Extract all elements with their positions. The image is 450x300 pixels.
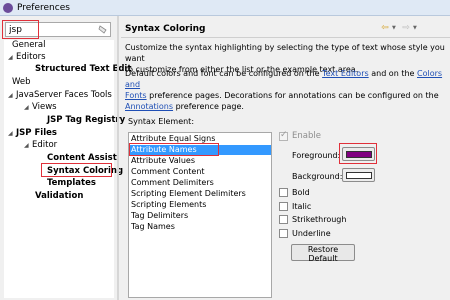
eclipse-app-icon: [3, 2, 13, 13]
title-bar: Preferences: [0, 0, 450, 16]
enable-label: Enable: [292, 131, 321, 141]
restore-default-button[interactable]: Restore Default: [291, 244, 355, 263]
strikethrough-label: Strikethrough: [292, 215, 347, 224]
list-item[interactable]: Comment Delimiters: [129, 178, 271, 188]
collapse-arrow-icon[interactable]: ◢: [24, 140, 32, 151]
back-arrow-icon[interactable]: ⇦: [378, 23, 392, 33]
clear-filter-icon[interactable]: [98, 25, 107, 34]
text-segment: Default colors and font can be configure…: [125, 69, 323, 78]
tree-item-label: Validation: [35, 191, 84, 201]
description-line: Default colors and font can be configure…: [125, 68, 445, 90]
annotations-link[interactable]: Annotations: [125, 102, 173, 111]
text-segment: preference page.: [173, 102, 244, 111]
italic-row: Italic: [279, 202, 311, 211]
text-segment: and on the: [368, 69, 417, 78]
background-color-swatch: [346, 172, 372, 179]
text-editors-link[interactable]: Text Editors: [322, 69, 369, 78]
header-separator: [121, 37, 450, 38]
tree-item-web[interactable]: Web: [12, 77, 31, 88]
syntax-element-label: Syntax Element:: [128, 117, 195, 126]
italic-checkbox[interactable]: [279, 202, 288, 211]
tree-item-templates[interactable]: Templates: [47, 178, 96, 189]
description-line: Annotations preference page.: [125, 101, 445, 112]
page-navigation: ⇦ ▼ ⇨ ▼: [378, 22, 420, 34]
enable-checkbox[interactable]: ✓: [279, 129, 288, 141]
italic-label: Italic: [292, 202, 312, 211]
syntax-coloring-highlight-box: [41, 163, 112, 177]
forward-arrow-icon[interactable]: ⇨: [399, 23, 413, 33]
foreground-label: Foreground:: [292, 151, 341, 160]
back-dropdown-icon[interactable]: ▼: [392, 25, 399, 31]
tree-item-label: Editors: [16, 52, 46, 62]
tree-item-label: Content Assist: [47, 153, 117, 163]
tree-item-label: Templates: [47, 178, 96, 188]
tree-item-label: General: [12, 40, 46, 50]
foreground-highlight-box: [339, 143, 377, 164]
tree-item-label: Editor: [32, 140, 58, 150]
strikethrough-checkbox[interactable]: [279, 215, 288, 224]
tree-item-validation[interactable]: Validation: [35, 191, 83, 202]
tree-item-label: JSP Tag Registry: [47, 115, 126, 125]
list-item[interactable]: Tag Names: [129, 222, 271, 232]
bold-label: Bold: [292, 188, 310, 197]
background-color-button[interactable]: [342, 168, 375, 182]
forward-dropdown-icon[interactable]: ▼: [413, 25, 420, 31]
tree-item-editor[interactable]: ◢ Editor: [24, 140, 57, 151]
underline-label: Underline: [292, 229, 331, 238]
tree-item-views[interactable]: ◢ Views: [24, 102, 57, 113]
strikethrough-row: Strikethrough: [279, 215, 346, 224]
collapse-arrow-icon[interactable]: ◢: [24, 102, 32, 113]
tree-item-editors[interactable]: ◢ Editors: [8, 52, 46, 63]
description-line: Customize the syntax highlighting by sel…: [125, 43, 445, 63]
tree-item-javaserver-faces-tools[interactable]: ◢ JavaServer Faces Tools: [8, 90, 112, 101]
collapse-arrow-icon[interactable]: ◢: [8, 128, 16, 139]
tree-item-general[interactable]: General: [12, 40, 46, 51]
list-item[interactable]: Tag Delimiters: [129, 211, 271, 221]
collapse-arrow-icon[interactable]: ◢: [8, 90, 16, 101]
syntax-element-list[interactable]: Attribute Equal Signs Attribute Names At…: [128, 132, 272, 298]
description-paragraph-2: Default colors and font can be configure…: [125, 68, 445, 112]
tree-item-label: Views: [32, 102, 57, 112]
list-item[interactable]: Scripting Element Delimiters: [129, 189, 271, 199]
tree-item-label: JSP Files: [16, 128, 57, 138]
description-line: Fonts preference pages. Decorations for …: [125, 90, 445, 101]
pane-splitter[interactable]: [117, 16, 119, 300]
tree-item-jsp-tag-registry[interactable]: JSP Tag Registry: [47, 115, 125, 126]
list-item[interactable]: Attribute Values: [129, 156, 271, 166]
collapse-arrow-icon[interactable]: ◢: [8, 52, 16, 63]
bold-checkbox[interactable]: [279, 188, 288, 197]
filter-highlight-box: [2, 20, 39, 39]
tree-item-label: JavaServer Faces Tools: [16, 90, 112, 100]
underline-row: Underline: [279, 229, 331, 238]
list-item[interactable]: Scripting Elements: [129, 200, 271, 210]
attribute-names-highlight-box: [129, 143, 219, 156]
background-label: Background:: [292, 172, 343, 181]
enable-row: ✓ Enable: [279, 129, 321, 141]
list-item[interactable]: Comment Content: [129, 167, 271, 177]
window-title: Preferences: [17, 2, 70, 13]
tree-item-label: Web: [12, 77, 31, 87]
tree-item-jsp-files[interactable]: ◢ JSP Files: [8, 128, 57, 139]
bold-row: Bold: [279, 188, 310, 197]
text-segment: preference pages. Decorations for annota…: [146, 91, 439, 100]
checkmark-icon: ✓: [280, 129, 288, 140]
underline-checkbox[interactable]: [279, 229, 288, 238]
colors-and-fonts-link-cont[interactable]: Fonts: [125, 91, 147, 100]
page-title: Syntax Coloring: [125, 24, 206, 34]
